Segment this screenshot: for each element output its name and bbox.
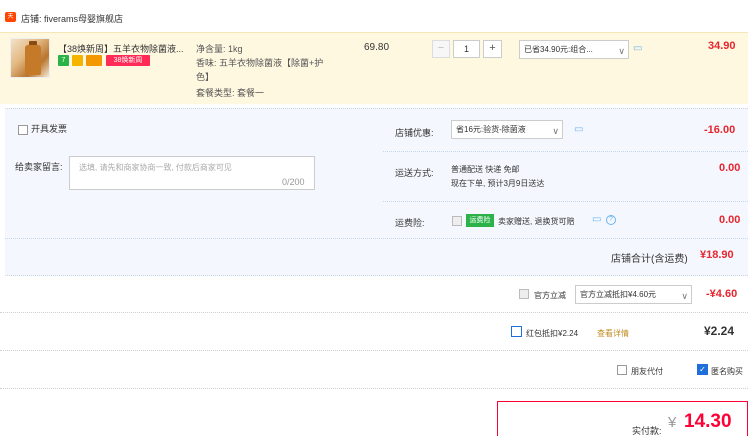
anonymous-checkbox[interactable]: ✓ <box>697 364 708 375</box>
product-title[interactable]: 【38焕新周】五羊衣物除菌液... <box>58 42 184 55</box>
sku-scent-cont: 色】 <box>196 72 215 82</box>
divider <box>0 350 748 351</box>
insurance-label: 运费险: <box>395 218 425 228</box>
promo-badge: 38焕新周 <box>106 55 150 66</box>
chevron-down-icon: ∨ <box>618 46 625 56</box>
payment-currency: ¥ <box>668 414 677 431</box>
item-discount-value: 已省34.90元:组合... <box>524 45 593 54</box>
sku-package: 套餐类型: 套餐一 <box>196 88 265 98</box>
official-discount-amount: -¥4.60 <box>706 288 738 300</box>
anonymous-label: 匿名购买 <box>711 367 743 376</box>
divider <box>383 151 748 152</box>
shipping-method: 普通配送 快递 免邮 <box>451 165 520 174</box>
chevron-down-icon: ∨ <box>681 291 688 301</box>
shop-discount-label: 店铺优惠: <box>395 128 434 138</box>
chat-icon[interactable]: ▭ <box>574 124 583 135</box>
shipping-label: 运送方式: <box>395 168 434 178</box>
divider <box>383 201 748 202</box>
friend-pay-label: 朋友代付 <box>631 367 663 376</box>
item-total: 34.90 <box>708 40 736 52</box>
shop-name[interactable]: 店铺: fiverams母婴旗舰店 <box>21 12 123 25</box>
seller-message-placeholder: 选填, 请先和商家协商一致, 付款后商家可见 <box>79 163 232 172</box>
payment-label: 实付款: <box>632 426 662 436</box>
insurance-amount: 0.00 <box>719 214 741 226</box>
product-thumbnail[interactable] <box>10 38 50 78</box>
red-packet-checkbox[interactable] <box>511 326 522 337</box>
official-discount-checkbox <box>519 289 529 299</box>
shop-discount-value: 省16元:验货-除菌液 <box>456 125 526 134</box>
shop-discount-select[interactable]: 省16元:验货-除菌液 ∨ <box>451 120 563 139</box>
unit-price: 69.80 <box>364 42 390 53</box>
shipping-eta: 现在下单, 预计3月9日送达 <box>451 179 545 188</box>
sku-net-content: 净含量: 1kg <box>196 44 243 54</box>
quantity-increase-button[interactable]: + <box>483 40 502 58</box>
chat-icon[interactable]: ▭ <box>633 43 642 54</box>
divider <box>0 312 748 313</box>
insurance-text: 卖家赠送, 退换货可赔 <box>498 217 575 226</box>
chevron-down-icon: ∨ <box>552 126 559 136</box>
item-discount-select[interactable]: 已省34.90元:组合... ∨ <box>519 40 629 59</box>
red-packet-details-link[interactable]: 查看详情 <box>597 328 629 339</box>
help-icon[interactable]: ? <box>606 215 616 225</box>
chat-icon[interactable]: ▭ <box>592 214 601 225</box>
invoice-checkbox[interactable] <box>18 124 28 135</box>
divider <box>5 238 748 239</box>
quality-badge <box>72 55 83 66</box>
seven-day-return-badge: 7 <box>58 55 69 66</box>
shipping-amount: 0.00 <box>719 162 741 174</box>
insurance-tag: 运费险 <box>466 214 494 227</box>
red-packet-amount: ¥2.24 <box>704 324 735 338</box>
quantity-input[interactable]: 1 <box>453 40 480 58</box>
store-total: ¥18.90 <box>700 249 734 261</box>
red-packet-label: 红包抵扣¥2.24 <box>526 329 579 338</box>
divider <box>0 388 748 389</box>
credit-card-badge <box>86 55 102 66</box>
shop-discount-amount: -16.00 <box>704 124 736 136</box>
official-discount-value: 官方立减抵扣¥4.60元 <box>580 290 657 299</box>
quantity-decrease-button[interactable]: − <box>432 40 450 58</box>
sku-scent: 香味: 五羊衣物除菌液【除菌+护 <box>196 58 324 68</box>
invoice-option[interactable]: 开具发票 <box>18 122 67 135</box>
message-label: 给卖家留言: <box>15 162 63 172</box>
payment-amount: 14.30 <box>684 411 732 432</box>
invoice-label: 开具发票 <box>31 124 68 134</box>
insurance-checkbox <box>452 216 462 226</box>
friend-pay-checkbox[interactable] <box>617 365 627 375</box>
official-discount-select[interactable]: 官方立减抵扣¥4.60元 ∨ <box>575 285 692 304</box>
official-discount-label: 官方立减 <box>534 291 566 300</box>
tmall-icon: 天猫 <box>5 12 16 30</box>
store-total-label: 店铺合计(含运费) <box>611 254 688 265</box>
message-char-count: 0/200 <box>282 177 305 187</box>
bottle-graphic <box>25 45 41 75</box>
